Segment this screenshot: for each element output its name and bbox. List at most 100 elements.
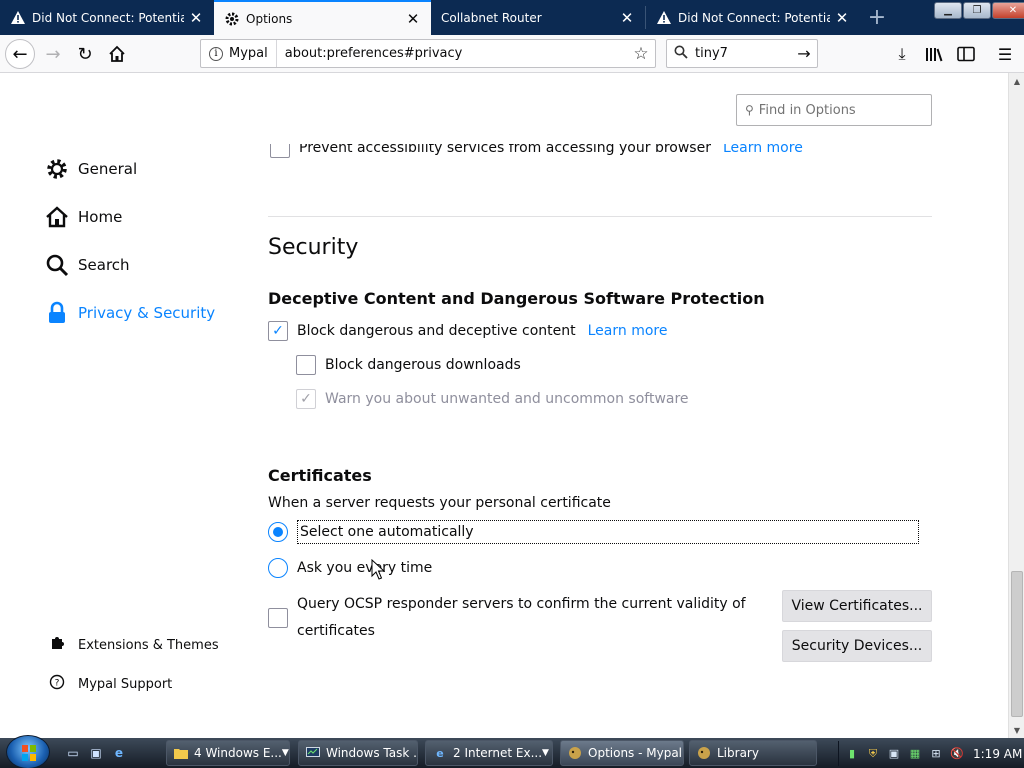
chevron-down-icon: ▼ [542,748,549,758]
ask-every-time-row: Ask you every time [268,558,432,578]
task-library[interactable]: Library [689,740,817,766]
warn-unwanted-row: ✓ Warn you about unwanted and uncommon s… [296,389,689,409]
task-windows-task-manager[interactable]: Windows Task ... [298,740,418,766]
network-tray-icon[interactable]: ▮ [844,746,860,762]
select-automatically-radio[interactable] [268,522,288,542]
app-tray-icon[interactable]: ▦ [907,746,923,762]
tab-options[interactable]: Options ✕ [214,0,431,35]
sidebar-item-general[interactable]: General [44,153,137,185]
security-devices-button[interactable]: Security Devices... [782,630,932,662]
search-bar[interactable]: tiny7 → [666,39,818,68]
info-icon: i [209,46,223,61]
task-label: 2 Internet Ex... [453,746,543,760]
search-go-icon[interactable]: → [791,44,817,63]
monitor-tray-icon[interactable]: ▣ [886,746,902,762]
taskbar: ▭ ▣ e 4 Windows E... ▼ Windows Task ... … [0,735,1024,768]
scroll-down-arrow-icon[interactable]: ▼ [1009,722,1024,738]
search-input[interactable]: tiny7 [695,46,791,61]
nav-bar: ← → ↻ i Mypal about:preferences#privacy … [0,35,1024,73]
find-in-options-input[interactable]: ⚲ Find in Options [736,94,932,126]
network-connection-icon[interactable]: ⊞ [928,746,944,762]
task-windows-explorer[interactable]: 4 Windows E... ▼ [166,740,290,766]
tab-collabnet-router[interactable]: Collabnet Router ✕ [431,0,645,35]
ie-icon: e [436,746,444,760]
menu-button[interactable]: ☰ [995,44,1015,64]
radio-dot [273,527,283,537]
task-internet-explorer[interactable]: e 2 Internet Ex... ▼ [425,740,553,766]
help-icon: ? [48,674,66,694]
select-automatically-row: Select one automatically [268,520,919,544]
bookmark-star-icon[interactable]: ☆ [627,44,655,64]
select-automatically-label[interactable]: Select one automatically [297,520,919,544]
arrow-right-icon: → [45,43,61,65]
url-bar[interactable]: i Mypal about:preferences#privacy ☆ [200,39,656,68]
sidebar-item-search[interactable]: Search [44,249,130,281]
clock[interactable]: 1:19 AM [973,747,1022,761]
close-window-button[interactable]: ✕ [992,2,1024,19]
task-options-mypal[interactable]: Options - Mypal [560,740,684,766]
minimize-button[interactable]: ▁ [934,2,962,19]
identity-box[interactable]: i Mypal [201,40,277,67]
show-desktop-icon[interactable]: ▭ [64,744,82,762]
close-icon[interactable]: ✕ [615,9,639,27]
scroll-up-arrow-icon[interactable]: ▲ [1009,73,1024,89]
page-scrollbar[interactable]: ▲ ▼ [1008,73,1024,738]
library-button[interactable] [924,44,944,64]
sidebar-extensions-themes[interactable]: Extensions & Themes [48,634,219,656]
library-icon [926,48,943,62]
shield-icon[interactable]: ⛨ [865,746,881,762]
task-label: 4 Windows E... [194,746,282,760]
close-icon[interactable]: ✕ [184,9,208,27]
view-certificates-button[interactable]: View Certificates... [782,590,932,622]
ie-quicklaunch-icon[interactable]: e [110,744,128,762]
ocsp-checkbox[interactable] [268,608,288,628]
sidebar-item-label: Privacy & Security [78,304,216,322]
start-button[interactable] [6,735,50,768]
tab-title: Collabnet Router [441,10,542,25]
window-controls: ▁ ❐ ✕ [934,2,1024,19]
folder-icon [173,745,189,761]
close-icon[interactable]: ✕ [830,9,854,27]
block-deceptive-row: ✓ Block dangerous and deceptive content … [268,321,667,341]
ocsp-label[interactable]: Query OCSP responder servers to confirm … [297,591,746,645]
ask-every-time-radio[interactable] [268,558,288,578]
sidebar-icon [957,46,975,62]
block-deceptive-label[interactable]: Block dangerous and deceptive content [297,323,576,339]
home-icon [109,45,125,62]
accessibility-checkbox[interactable] [270,144,290,158]
scroll-thumb[interactable] [1011,571,1023,717]
block-downloads-label[interactable]: Block dangerous downloads [325,357,521,373]
block-deceptive-checkbox[interactable]: ✓ [268,321,288,341]
accessibility-learn-more-link[interactable]: Learn more [723,144,803,156]
block-downloads-checkbox[interactable] [296,355,316,375]
sidebar-item-home[interactable]: Home [44,201,122,233]
new-tab-button[interactable]: + [862,0,892,35]
deceptive-content-heading: Deceptive Content and Dangerous Software… [268,289,765,308]
forward-button[interactable]: → [38,39,68,69]
search-icon [44,252,70,278]
close-icon[interactable]: ✕ [401,10,425,28]
sidebar-item-privacy-security[interactable]: Privacy & Security [44,297,215,329]
url-text[interactable]: about:preferences#privacy [277,46,627,61]
gear-icon [225,12,239,25]
volume-muted-icon[interactable]: 🔇 [949,746,965,762]
chevron-down-icon: ▼ [281,748,289,758]
sidebar-button[interactable] [956,44,976,64]
deceptive-learn-more-link[interactable]: Learn more [588,323,668,339]
back-button[interactable]: ← [5,39,35,69]
switch-windows-icon[interactable]: ▣ [87,744,105,762]
section-title-security: Security [268,235,359,260]
tab-did-not-connect-2[interactable]: Did Not Connect: Potential Security Issu… [646,0,860,35]
home-icon [44,204,70,230]
reload-button[interactable]: ↻ [70,39,100,69]
ask-every-time-label[interactable]: Ask you every time [297,560,432,576]
warning-icon [11,10,25,24]
ocsp-label-line1: Query OCSP responder servers to confirm … [297,596,746,612]
warn-unwanted-checkbox: ✓ [296,389,316,409]
sidebar-mypal-support[interactable]: ? Mypal Support [48,673,172,695]
tab-did-not-connect-1[interactable]: Did Not Connect: Potential Security Issu… [0,0,214,35]
home-button[interactable] [102,39,132,69]
downloads-button[interactable]: ⤓ [892,44,912,64]
maximize-button[interactable]: ❐ [963,2,991,19]
mypal-icon [567,745,583,761]
